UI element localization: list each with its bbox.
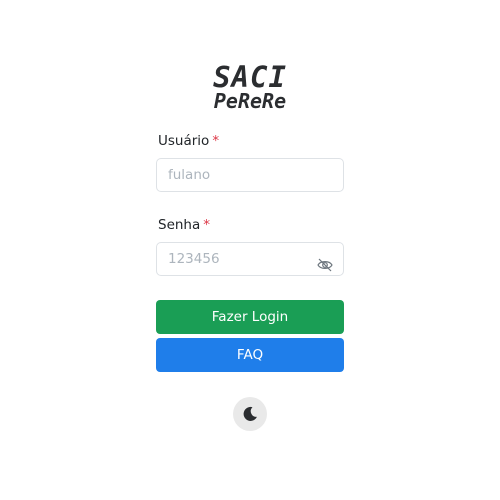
password-label: Senha *	[158, 217, 210, 233]
faq-button[interactable]: FAQ	[156, 338, 344, 372]
theme-toggle-button[interactable]	[233, 397, 267, 431]
password-required-mark: *	[203, 217, 211, 233]
password-placeholder: 123456	[168, 251, 220, 267]
login-button[interactable]: Fazer Login	[156, 300, 344, 334]
password-input[interactable]: 123456	[156, 242, 344, 276]
moon-icon	[243, 406, 257, 421]
eye-slash-icon[interactable]	[317, 252, 333, 272]
username-input[interactable]: fulano	[156, 158, 344, 192]
username-label: Usuário *	[158, 133, 219, 149]
username-placeholder: fulano	[168, 167, 211, 183]
logo-subtitle: PeReRe	[213, 89, 287, 113]
app-logo: SACI PeReRe	[0, 62, 500, 112]
logo-title: SACI	[213, 60, 287, 94]
username-required-mark: *	[212, 133, 220, 149]
username-label-text: Usuário	[158, 133, 210, 149]
password-label-text: Senha	[158, 217, 201, 233]
